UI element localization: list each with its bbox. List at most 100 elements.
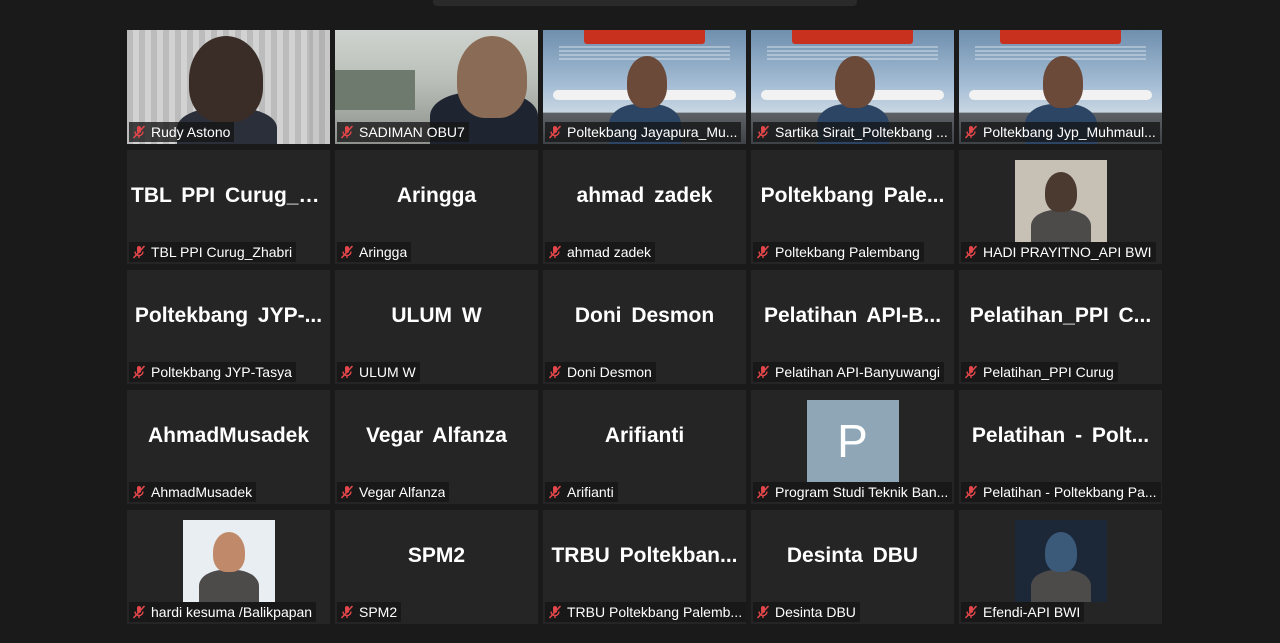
participant-name-label: Desinta DBU xyxy=(775,604,856,620)
participant-name-tag: Poltekbang Jayapura_Mu... xyxy=(545,122,742,142)
participant-tile[interactable]: Doni Desmon Doni Desmon xyxy=(543,270,746,384)
participant-name-tag: hardi kesuma /Balikpapan xyxy=(129,602,317,622)
participant-name-tag: Pelatihan_PPI Curug xyxy=(961,362,1118,382)
participant-tile[interactable]: Desinta DBU Desinta DBU xyxy=(751,510,954,624)
participant-display-name: TRBU Poltekban... xyxy=(551,544,738,567)
participant-name-label: Rudy Astono xyxy=(151,124,231,140)
participant-tile[interactable]: HADI PRAYITNO_API BWI xyxy=(959,150,1162,264)
participant-display-name: ULUM W xyxy=(391,304,482,327)
mic-muted-icon xyxy=(964,125,978,139)
participant-tile[interactable]: Poltekbang Pale... Poltekbang Palembang xyxy=(751,150,954,264)
participant-tile[interactable]: Pelatihan API-B... Pelatihan API-Banyuwan… xyxy=(751,270,954,384)
participant-tile[interactable]: Pelatihan_PPI C... Pelatihan_PPI Curug xyxy=(959,270,1162,384)
participant-name-tag: TBL PPI Curug_Zhabri xyxy=(129,242,297,262)
participant-tile[interactable]: Poltekbang Jayapura_Mu... xyxy=(543,30,746,144)
participant-name-tag: Vegar Alfanza xyxy=(337,482,450,502)
mic-muted-icon xyxy=(756,245,770,259)
participant-name-tag: ULUM W xyxy=(337,362,420,382)
participant-display-name: Aringga xyxy=(396,184,477,207)
participant-name-label: SADIMAN OBU7 xyxy=(359,124,465,140)
mic-muted-icon xyxy=(964,605,978,619)
participant-name-tag: SADIMAN OBU7 xyxy=(337,122,469,142)
participant-name-tag: Desinta DBU xyxy=(753,602,860,622)
mic-muted-icon xyxy=(756,485,770,499)
mic-muted-icon xyxy=(340,485,354,499)
participant-tile[interactable]: SPM2 SPM2 xyxy=(335,510,538,624)
mic-muted-icon xyxy=(964,365,978,379)
participant-name-label: ahmad zadek xyxy=(567,244,652,260)
participant-name-label: Pelatihan - Poltekbang Pa... xyxy=(983,484,1157,500)
participant-name-tag: HADI PRAYITNO_API BWI xyxy=(961,242,1156,262)
mic-muted-icon xyxy=(756,605,770,619)
participant-name-label: TRBU Poltekbang Palemb... xyxy=(567,604,743,620)
participant-name-tag: Pelatihan - Poltekbang Pa... xyxy=(961,482,1161,502)
mic-muted-icon xyxy=(548,485,562,499)
mic-muted-icon xyxy=(132,125,146,139)
mic-muted-icon xyxy=(964,245,978,259)
participant-tile[interactable]: Sartika Sirait_Poltekbang ... xyxy=(751,30,954,144)
participant-name-label: Vegar Alfanza xyxy=(359,484,446,500)
participant-name-tag: Arifianti xyxy=(545,482,618,502)
participant-name-label: Sartika Sirait_Poltekbang ... xyxy=(775,124,948,140)
participant-name-tag: Poltekbang Jyp_Muhmaul... xyxy=(961,122,1160,142)
participant-name-label: Program Studi Teknik Ban... xyxy=(775,484,949,500)
participant-name-label: TBL PPI Curug_Zhabri xyxy=(151,244,293,260)
mic-muted-icon xyxy=(548,365,562,379)
participant-name-tag: Rudy Astono xyxy=(129,122,235,142)
participant-tile[interactable]: Arifianti Arifianti xyxy=(543,390,746,504)
mic-muted-icon xyxy=(340,365,354,379)
participant-tile[interactable]: Vegar Alfanza Vegar Alfanza xyxy=(335,390,538,504)
participant-display-name: Poltekbang Pale... xyxy=(760,184,945,207)
mic-muted-icon xyxy=(756,125,770,139)
participant-tile[interactable]: Aringga Aringga xyxy=(335,150,538,264)
participant-name-tag: Poltekbang Palembang xyxy=(753,242,924,262)
participant-name-label: Aringga xyxy=(359,244,408,260)
participant-display-name: AhmadMusadek xyxy=(147,424,310,447)
participant-tile[interactable]: TBL PPI Curug_Z... TBL PPI Curug_Zhabri xyxy=(127,150,330,264)
participant-name-label: Arifianti xyxy=(567,484,614,500)
participant-display-name: Pelatihan_PPI C... xyxy=(969,304,1152,327)
avatar-initial: P xyxy=(806,400,899,482)
participant-name-label: Pelatihan API-Banyuwangi xyxy=(775,364,940,380)
mic-muted-icon xyxy=(548,245,562,259)
participant-display-name: TBL PPI Curug_Z... xyxy=(131,184,329,207)
participant-name-label: Poltekbang Jayapura_Mu... xyxy=(567,124,738,140)
participant-tile[interactable]: Efendi-API BWI xyxy=(959,510,1162,624)
participant-tile[interactable]: Rudy Astono xyxy=(127,30,330,144)
participant-display-name: Arifianti xyxy=(604,424,685,447)
participant-tile[interactable]: P Program Studi Teknik Ban... xyxy=(751,390,954,504)
participant-display-name: Desinta DBU xyxy=(786,544,919,567)
participant-photo xyxy=(1014,520,1107,602)
participant-name-tag: Program Studi Teknik Ban... xyxy=(753,482,953,502)
participant-tile[interactable]: ULUM W ULUM W xyxy=(335,270,538,384)
participant-display-name: Pelatihan - Polt... xyxy=(971,424,1150,447)
participant-tile[interactable]: AhmadMusadek AhmadMusadek xyxy=(127,390,330,504)
participant-tile[interactable]: hardi kesuma /Balikpapan xyxy=(127,510,330,624)
participant-tile[interactable]: Pelatihan - Polt... Pelatihan - Poltekban… xyxy=(959,390,1162,504)
participant-name-tag: Aringga xyxy=(337,242,412,262)
participant-tile[interactable]: TRBU Poltekban... TRBU Poltekbang Palemb.… xyxy=(543,510,746,624)
mic-muted-icon xyxy=(340,605,354,619)
gallery-view-grid: Rudy Astono SADIMAN OBU7 Poltekbang Jayapu… xyxy=(127,30,1162,624)
participant-name-tag: Pelatihan API-Banyuwangi xyxy=(753,362,944,382)
participant-display-name: Vegar Alfanza xyxy=(366,424,507,447)
participant-name-tag: SPM2 xyxy=(337,602,402,622)
participant-name-tag: Doni Desmon xyxy=(545,362,656,382)
participant-display-name: Pelatihan API-B... xyxy=(763,304,942,327)
participant-tile[interactable]: ahmad zadek ahmad zadek xyxy=(543,150,746,264)
participant-tile[interactable]: SADIMAN OBU7 xyxy=(335,30,538,144)
participant-name-label: AhmadMusadek xyxy=(151,484,253,500)
participant-tile[interactable]: Poltekbang Jyp_Muhmaul... xyxy=(959,30,1162,144)
participant-name-tag: Sartika Sirait_Poltekbang ... xyxy=(753,122,952,142)
mic-muted-icon xyxy=(132,365,146,379)
participant-name-tag: ahmad zadek xyxy=(545,242,656,262)
meeting-top-bar xyxy=(433,0,857,6)
participant-tile[interactable]: Poltekbang JYP-... Poltekbang JYP-Tasya xyxy=(127,270,330,384)
participant-name-tag: AhmadMusadek xyxy=(129,482,257,502)
mic-muted-icon xyxy=(132,245,146,259)
mic-muted-icon xyxy=(964,485,978,499)
participant-name-label: Pelatihan_PPI Curug xyxy=(983,364,1114,380)
participant-name-label: Poltekbang Jyp_Muhmaul... xyxy=(983,124,1156,140)
participant-display-name: SPM2 xyxy=(407,544,466,567)
participant-display-name: ahmad zadek xyxy=(576,184,713,207)
